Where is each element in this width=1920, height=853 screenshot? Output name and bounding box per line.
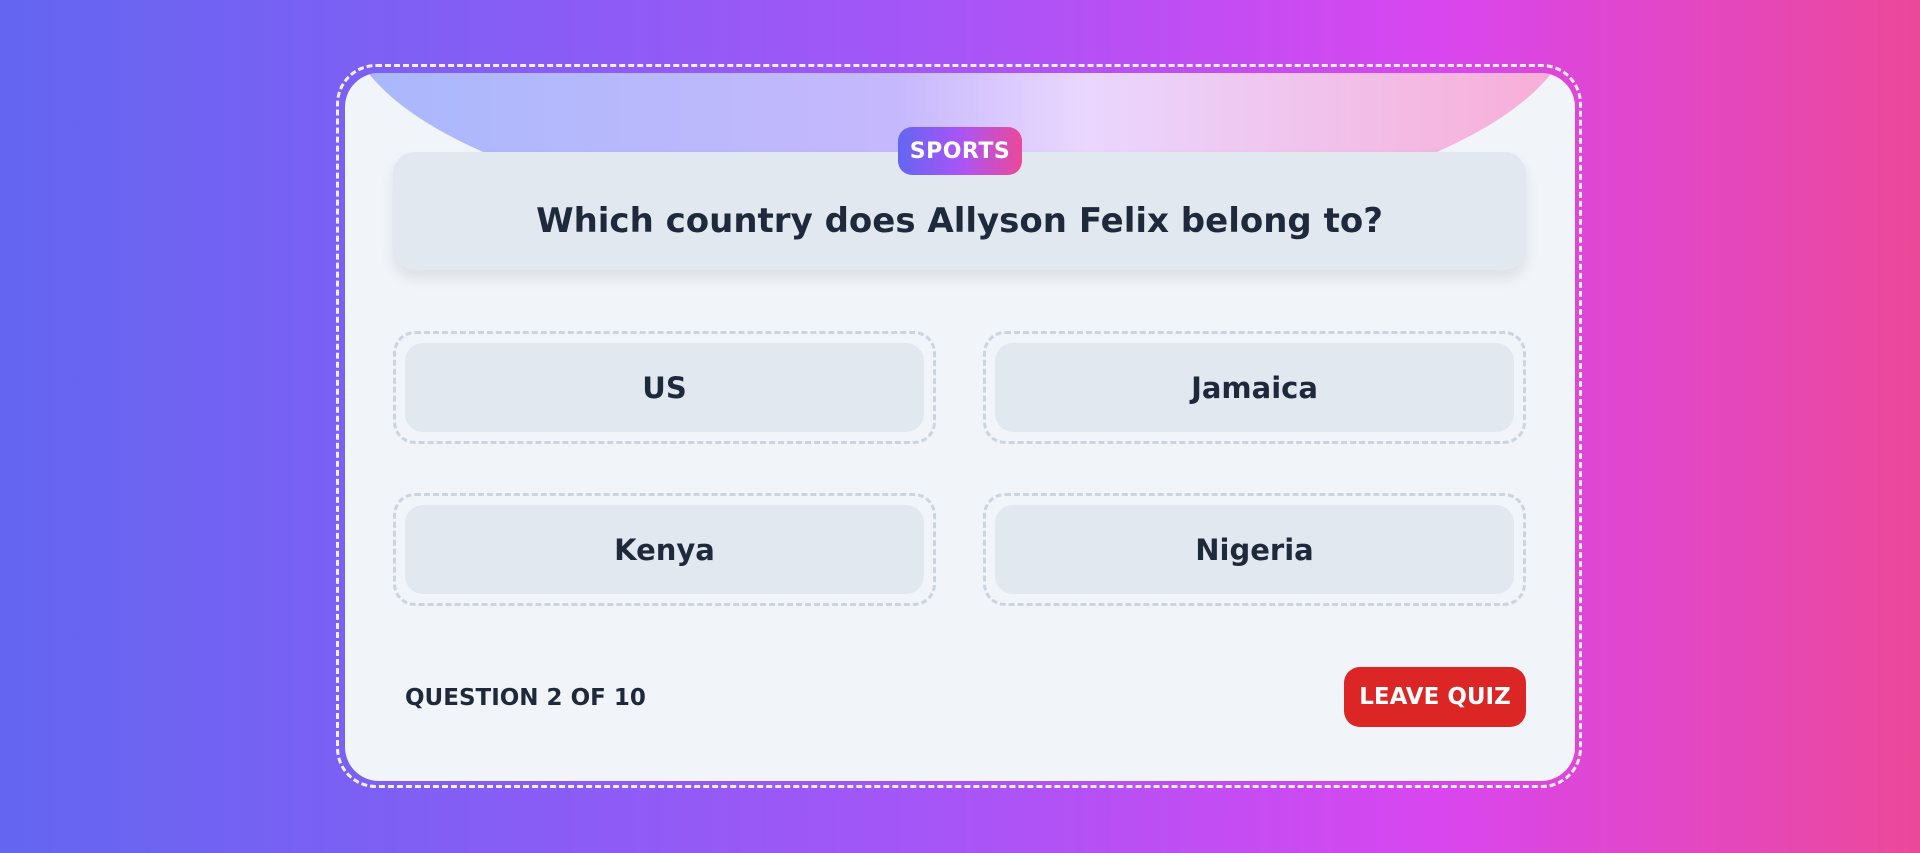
category-badge: SPORTS xyxy=(898,127,1022,175)
question-text: Which country does Allyson Felix belong … xyxy=(536,201,1383,241)
answer-button-kenya[interactable]: Kenya xyxy=(405,505,924,594)
answer-button-jamaica[interactable]: Jamaica xyxy=(995,343,1514,432)
leave-quiz-button[interactable]: LEAVE QUIZ xyxy=(1344,667,1526,727)
quiz-card: Which country does Allyson Felix belong … xyxy=(345,73,1575,781)
answer-option-3: Kenya xyxy=(393,493,936,606)
answer-option-4: Nigeria xyxy=(983,493,1526,606)
answer-button-nigeria[interactable]: Nigeria xyxy=(995,505,1514,594)
answer-option-2: Jamaica xyxy=(983,331,1526,444)
answer-button-us[interactable]: US xyxy=(405,343,924,432)
answer-option-1: US xyxy=(393,331,936,444)
question-progress: QUESTION 2 OF 10 xyxy=(405,685,646,711)
